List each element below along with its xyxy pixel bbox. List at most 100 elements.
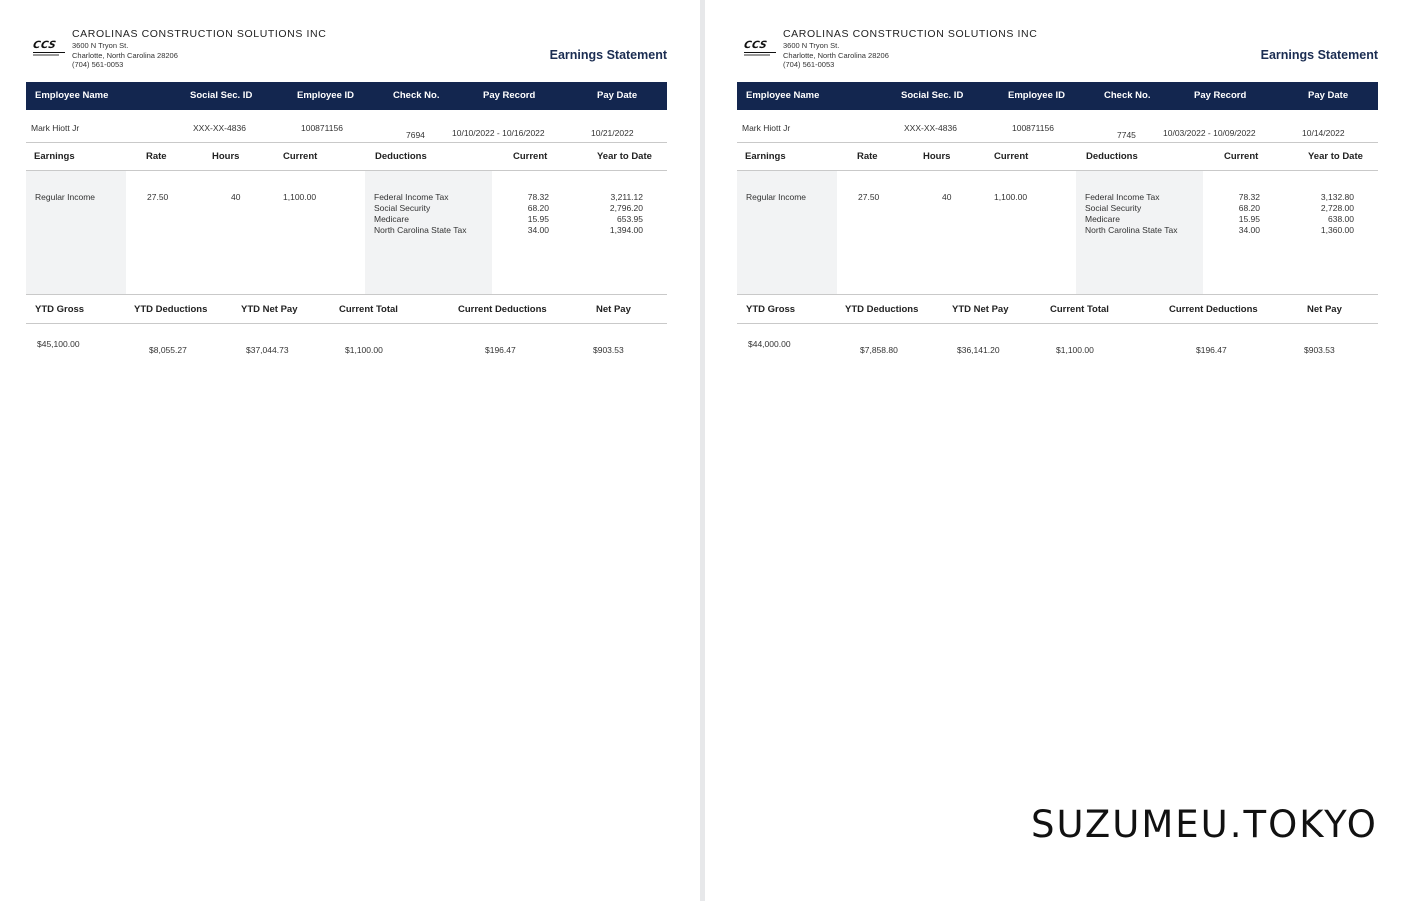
employee-ssn: XXX-XX-4836 — [193, 123, 246, 133]
earnings-hours: 40 — [231, 192, 241, 202]
divider-line — [26, 323, 667, 324]
company-address-line1: 3600 N Tryon St. — [72, 41, 129, 50]
divider-line — [737, 323, 1378, 324]
deduction-label: Social Security — [374, 203, 431, 213]
employee-header-bar: Employee Name Social Sec. ID Employee ID… — [737, 82, 1378, 110]
earnings-hours: 40 — [942, 192, 952, 202]
deduction-label: Medicare — [374, 214, 409, 224]
deduction-current: 78.32 — [1238, 192, 1260, 202]
label-net-pay: Net Pay — [1307, 304, 1342, 315]
earnings-rate: 27.50 — [858, 192, 880, 202]
deduction-ytd: 3,132.80 — [1320, 192, 1354, 202]
ytd-deductions-value: $7,858.80 — [860, 345, 898, 355]
deduction-current: 15.95 — [1238, 214, 1260, 224]
company-address-line2: Charlotte, North Carolina 28206 — [783, 50, 889, 60]
deduction-current: 34.00 — [1238, 225, 1260, 235]
header-employee-name: Employee Name — [35, 90, 109, 101]
company-logo: CCS — [743, 40, 776, 57]
col-earnings: Earnings — [34, 151, 75, 162]
company-logo: CCS — [32, 40, 65, 57]
header-employee-id: Employee ID — [297, 90, 355, 101]
company-name: CAROLINAS CONSTRUCTION SOLUTIONS INC — [783, 28, 1038, 40]
earnings-current: 1,100.00 — [283, 192, 317, 202]
header-pay-record: Pay Record — [1194, 90, 1247, 101]
label-current-deductions: Current Deductions — [1169, 304, 1258, 315]
ytd-net-pay-value: $37,044.73 — [246, 345, 289, 355]
deduction-current: 34.00 — [527, 225, 549, 235]
deduction-label: Federal Income Tax — [1085, 192, 1160, 202]
deduction-ytd: 1,394.00 — [609, 225, 643, 235]
pay-record: 10/10/2022 - 10/16/2022 — [452, 128, 545, 138]
col-hours: Hours — [212, 151, 240, 162]
check-number: 7694 — [406, 130, 425, 140]
deduction-label: Medicare — [1085, 214, 1120, 224]
current-total-value: $1,100.00 — [1056, 345, 1094, 355]
col-rate: Rate — [857, 151, 878, 162]
statement-title: Earnings Statement — [1260, 48, 1378, 62]
col-current: Current — [283, 151, 318, 162]
deduction-ytd: 653.95 — [617, 214, 643, 224]
ytd-gross-value: $45,100.00 — [37, 339, 80, 349]
header-check-no: Check No. — [1104, 90, 1151, 101]
label-ytd-net-pay: YTD Net Pay — [241, 304, 298, 315]
earnings-label: Regular Income — [746, 192, 807, 202]
col-year-to-date: Year to Date — [1308, 151, 1363, 162]
earnings-statement-2: CCS CAROLINAS CONSTRUCTION SOLUTIONS INC… — [736, 0, 1378, 901]
header-employee-id: Employee ID — [1008, 90, 1066, 101]
deduction-ytd: 3,211.12 — [610, 192, 643, 202]
company-name: CAROLINAS CONSTRUCTION SOLUTIONS INC — [72, 28, 327, 40]
deduction-current: 78.32 — [527, 192, 549, 202]
header-social-sec-id: Social Sec. ID — [190, 90, 253, 101]
label-ytd-deductions: YTD Deductions — [845, 304, 919, 315]
header-pay-date: Pay Date — [597, 90, 638, 101]
employee-name: Mark Hiott Jr — [31, 123, 80, 133]
current-deductions-value: $196.47 — [1196, 345, 1227, 355]
ytd-deductions-value: $8,055.27 — [149, 345, 187, 355]
header-social-sec-id: Social Sec. ID — [901, 90, 964, 101]
label-ytd-gross: YTD Gross — [746, 304, 796, 315]
check-number: 7745 — [1117, 130, 1136, 140]
earnings-label-column — [26, 171, 126, 294]
employee-name: Mark Hiott Jr — [742, 123, 791, 133]
company-address-line1: 3600 N Tryon St. — [783, 41, 840, 50]
header-employee-name: Employee Name — [746, 90, 820, 101]
employee-id: 100871156 — [1012, 123, 1054, 133]
label-current-total: Current Total — [1050, 304, 1109, 315]
label-current-deductions: Current Deductions — [458, 304, 547, 315]
deduction-ytd: 2,796.20 — [609, 203, 643, 213]
col-rate: Rate — [146, 151, 167, 162]
current-deductions-value: $196.47 — [485, 345, 516, 355]
col-current: Current — [994, 151, 1029, 162]
deduction-label: Federal Income Tax — [374, 192, 449, 202]
pay-date: 10/14/2022 — [1302, 128, 1345, 138]
deduction-label: Social Security — [1085, 203, 1142, 213]
deduction-label: North Carolina State Tax — [1085, 225, 1178, 235]
col-deduction-current: Current — [1224, 151, 1259, 162]
earnings-rate: 27.50 — [147, 192, 169, 202]
header-pay-record: Pay Record — [483, 90, 536, 101]
earnings-label: Regular Income — [35, 192, 96, 202]
current-total-value: $1,100.00 — [345, 345, 383, 355]
col-deductions: Deductions — [375, 151, 427, 162]
deduction-current: 15.95 — [527, 214, 549, 224]
company-phone: (704) 561-0053 — [72, 60, 124, 69]
label-ytd-net-pay: YTD Net Pay — [952, 304, 1009, 315]
divider-line — [26, 142, 667, 143]
employee-header-bar: Employee Name Social Sec. ID Employee ID… — [26, 82, 667, 110]
pay-date: 10/21/2022 — [591, 128, 634, 138]
statement-title: Earnings Statement — [549, 48, 667, 62]
company-phone: (704) 561-0053 — [783, 60, 835, 69]
header-pay-date: Pay Date — [1308, 90, 1349, 101]
label-ytd-gross: YTD Gross — [35, 304, 85, 315]
company-address-line2: Charlotte, North Carolina 28206 — [72, 50, 178, 60]
employee-id: 100871156 — [301, 123, 343, 133]
label-net-pay: Net Pay — [596, 304, 631, 315]
col-earnings: Earnings — [745, 151, 786, 162]
pay-record: 10/03/2022 - 10/09/2022 — [1163, 128, 1256, 138]
earnings-statement-1: CCS CAROLINAS CONSTRUCTION SOLUTIONS INC… — [25, 0, 667, 901]
earnings-label-column — [737, 171, 837, 294]
ytd-gross-value: $44,000.00 — [748, 339, 791, 349]
col-hours: Hours — [923, 151, 951, 162]
col-deduction-current: Current — [513, 151, 548, 162]
deduction-label: North Carolina State Tax — [374, 225, 467, 235]
